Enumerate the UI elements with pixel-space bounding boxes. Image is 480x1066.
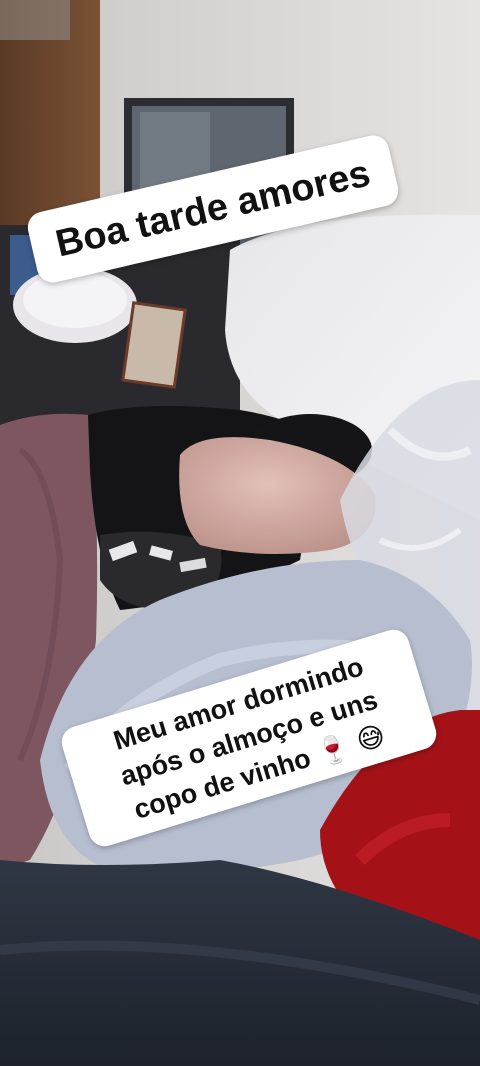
story-frame: Boa tarde amores Meu amor dormindo após … — [0, 0, 480, 1066]
background-photo — [0, 0, 480, 1066]
